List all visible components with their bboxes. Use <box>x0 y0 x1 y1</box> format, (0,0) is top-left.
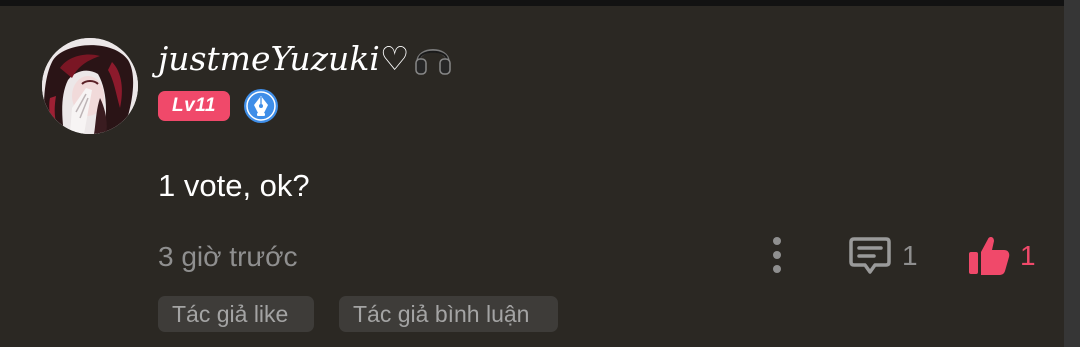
timestamp: 3 giờ trước <box>158 241 298 272</box>
username-text[interactable]: justmeYuzuki♡ <box>158 39 409 78</box>
scrollbar-track[interactable] <box>1064 0 1080 347</box>
reply-count: 1 <box>902 240 918 271</box>
comment-icon <box>849 237 891 274</box>
more-vertical-icon[interactable] <box>762 233 792 279</box>
avatar[interactable] <box>42 38 138 134</box>
level-badge: Lv11 <box>158 91 230 121</box>
tag-author-like: Tác giả like <box>158 296 314 332</box>
username[interactable]: justmeYuzuki♡ <box>158 36 453 80</box>
top-divider <box>0 0 1064 6</box>
comment-text: 1 vote, ok? <box>158 168 310 203</box>
tag-author-comment: Tác giả bình luận <box>339 296 558 332</box>
pen-nib-badge-icon <box>244 89 278 123</box>
like-button[interactable]: 1 <box>966 232 1036 280</box>
thumbs-up-icon <box>969 236 1010 275</box>
reply-button[interactable]: 1 <box>848 233 918 279</box>
headphones-icon <box>415 49 452 75</box>
like-count: 1 <box>1020 240 1036 271</box>
avatar-image <box>42 38 138 134</box>
